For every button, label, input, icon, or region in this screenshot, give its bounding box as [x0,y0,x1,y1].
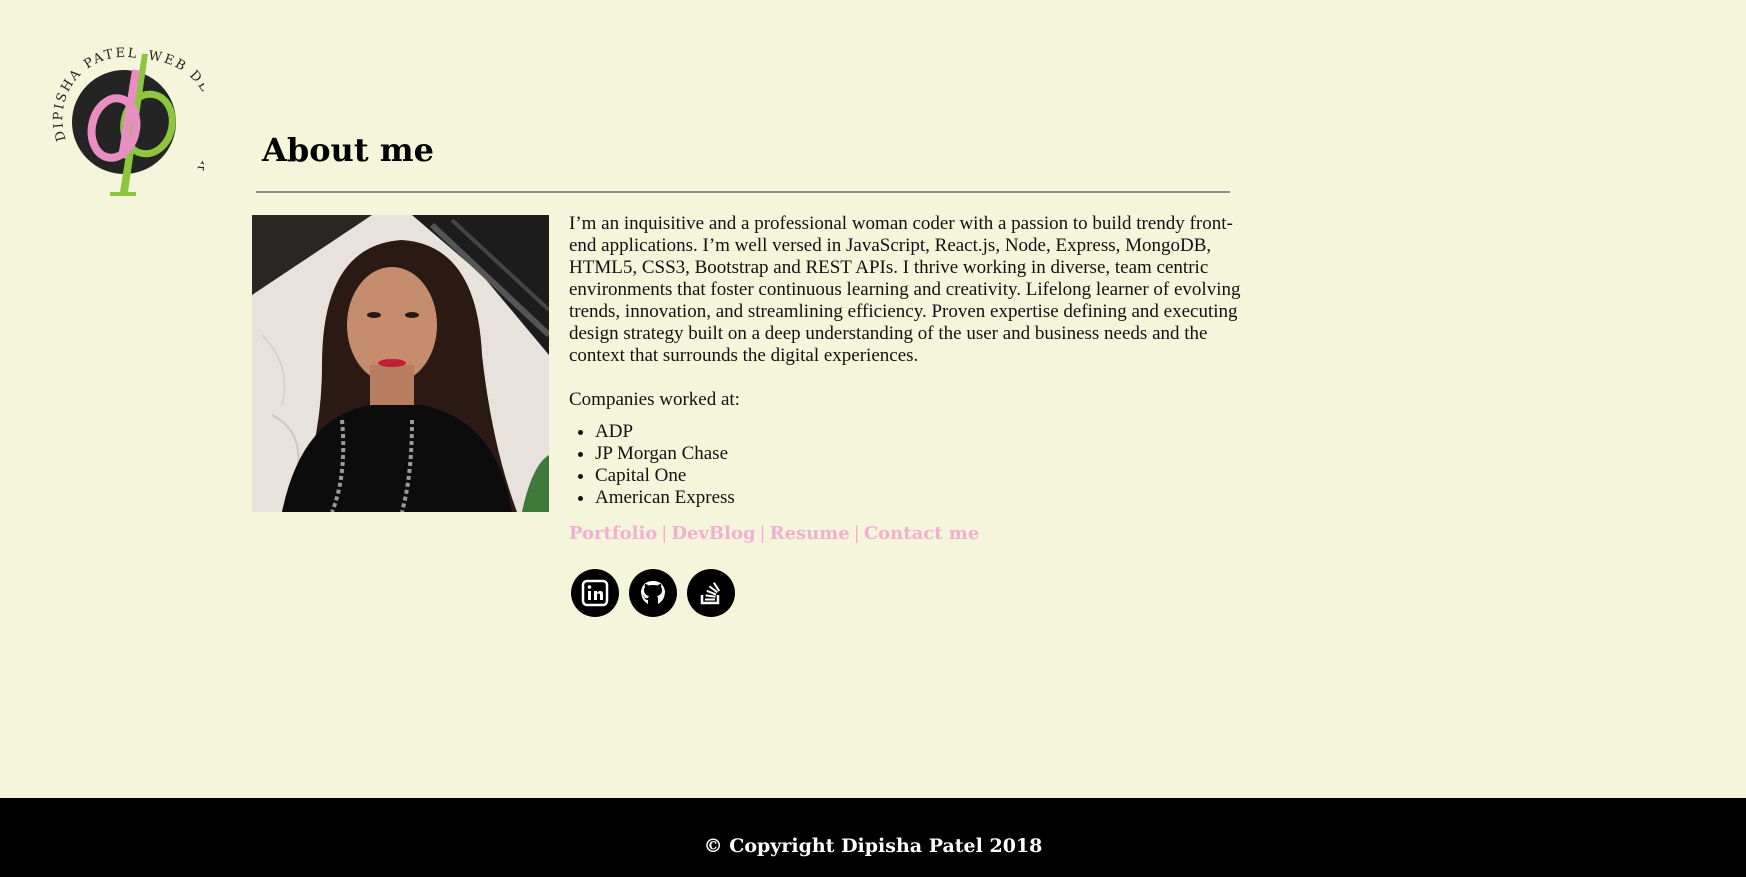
about-content: I’m an inquisitive and a professional wo… [569,213,1259,617]
resume-link[interactable]: Resume [770,523,850,544]
portfolio-link[interactable]: Portfolio [569,523,657,544]
page-title: About me [262,131,434,169]
link-separator: | [661,523,668,544]
profile-photo [252,215,549,512]
social-links [569,569,1259,617]
companies-label: Companies worked at: [569,389,740,410]
stackoverflow-icon[interactable] [687,569,735,617]
github-icon[interactable] [629,569,677,617]
list-item: ADP [595,421,1259,443]
link-separator: | [759,523,766,544]
site-logo[interactable]: DIPISHA PATEL WEB DEVELOPER [44,40,221,200]
bio-paragraph: I’m an inquisitive and a professional wo… [569,213,1241,366]
companies-list: ADP JP Morgan Chase Capital One American… [569,421,1259,509]
contact-link[interactable]: Contact me [864,523,979,544]
logo-emblem: DIPISHA PATEL WEB DEVELOPER [51,46,221,196]
list-item: Capital One [595,465,1259,487]
link-separator: | [853,523,860,544]
list-item: American Express [595,487,1259,509]
site-footer: © Copyright Dipisha Patel 2018 [0,798,1746,877]
devblog-link[interactable]: DevBlog [671,523,755,544]
copyright-text: © Copyright Dipisha Patel 2018 [703,835,1043,857]
nav-links: Portfolio | DevBlog | Resume | Contact me [569,521,1259,547]
list-item: JP Morgan Chase [595,443,1259,465]
about-page: DIPISHA PATEL WEB DEVELOPER About me [0,0,1746,877]
title-divider [256,191,1230,193]
linkedin-icon[interactable] [571,569,619,617]
